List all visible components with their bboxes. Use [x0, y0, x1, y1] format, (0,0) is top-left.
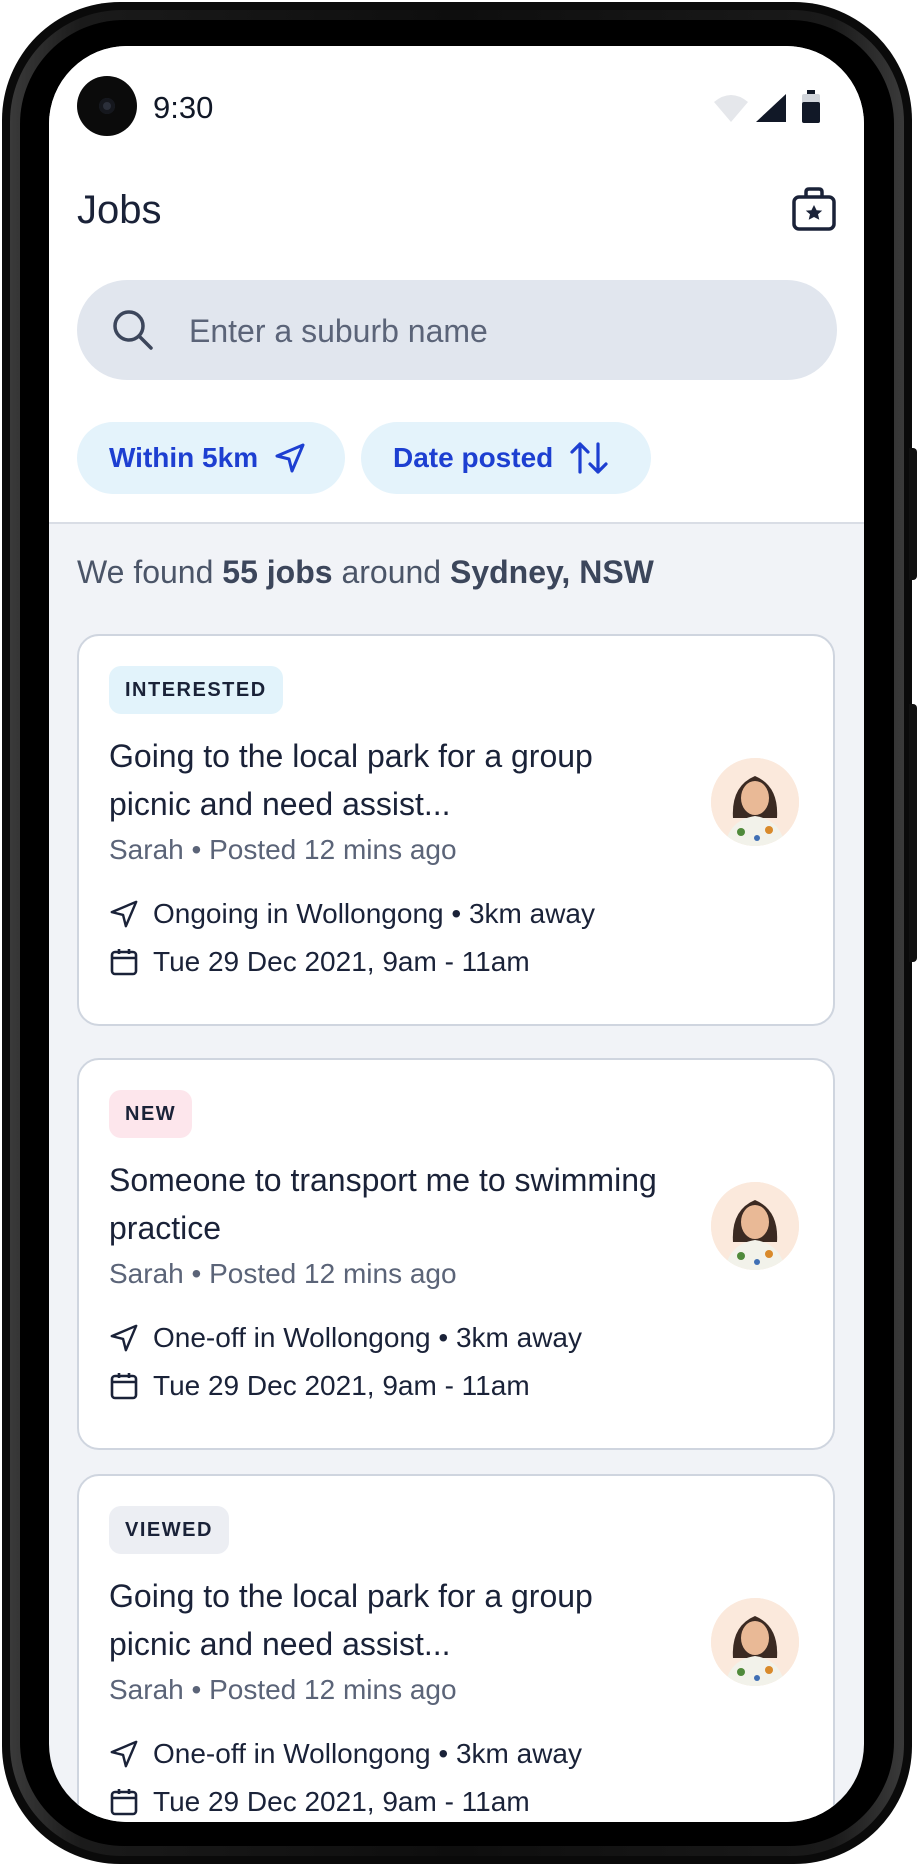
search-input[interactable] — [187, 300, 791, 362]
job-date: Tue 29 Dec 2021, 9am - 11am — [153, 946, 530, 977]
job-meta: Sarah • Posted 12 mins ago — [109, 1258, 457, 1289]
job-location-row: Ongoing in Wollongong • 3km away — [109, 898, 595, 930]
filter-distance-chip[interactable]: Within 5km — [77, 422, 345, 494]
sort-date-label: Date posted — [393, 442, 554, 473]
job-title: Someone to transport me to swimming prac… — [109, 1162, 657, 1246]
avatar — [711, 1598, 799, 1686]
navigation-arrow-icon — [110, 1324, 138, 1352]
page-title: Jobs — [77, 188, 162, 232]
job-location: Ongoing in Wollongong • 3km away — [153, 898, 595, 929]
filter-distance-label: Within 5km — [109, 442, 259, 473]
power-button — [909, 448, 917, 580]
results-location: Sydney, NSW — [449, 554, 654, 590]
navigation-arrow-icon — [275, 443, 305, 473]
job-meta: Sarah • Posted 12 mins ago — [109, 834, 457, 865]
battery-icon — [802, 90, 820, 123]
status-badge: NEW — [109, 1090, 193, 1138]
results-summary: We found 55 jobs around Sydney, NSW — [77, 554, 654, 591]
job-date: Tue 29 Dec 2021, 9am - 11am — [153, 1370, 530, 1401]
job-location-row: One-off in Wollongong • 3km away — [109, 1322, 582, 1354]
job-location-row: One-off in Wollongong • 3km away — [109, 1738, 582, 1770]
status-time: 9:30 — [153, 90, 214, 125]
camera-icon — [77, 76, 137, 136]
status-badge: VIEWED — [109, 1506, 229, 1554]
job-card[interactable]: INTERESTED Going to the local park for a… — [77, 634, 835, 1026]
phone-frame: 9:30 Jobs Enter a suburb name Within 5km… — [0, 0, 917, 1868]
job-date-row: Tue 29 Dec 2021, 9am - 11am — [109, 1786, 530, 1818]
job-location: One-off in Wollongong • 3km away — [153, 1738, 582, 1769]
job-card[interactable]: NEW Someone to transport me to swimming … — [77, 1058, 835, 1450]
search-icon — [113, 310, 153, 350]
avatar — [711, 758, 799, 846]
volume-button — [909, 704, 917, 962]
job-date: Tue 29 Dec 2021, 9am - 11am — [153, 1786, 530, 1817]
avatar — [711, 1182, 799, 1270]
search-bar[interactable] — [77, 280, 837, 380]
results-count: 55 jobs — [222, 554, 333, 590]
screen: 9:30 Jobs Enter a suburb name Within 5km… — [49, 46, 864, 1822]
calendar-icon — [110, 1789, 138, 1816]
navigation-arrow-icon — [110, 900, 138, 928]
job-date-row: Tue 29 Dec 2021, 9am - 11am — [109, 946, 530, 978]
navigation-arrow-icon — [110, 1740, 138, 1768]
sort-date-chip[interactable]: Date posted — [361, 422, 651, 494]
calendar-icon — [110, 949, 138, 976]
saved-jobs-briefcase-icon[interactable] — [791, 186, 837, 232]
job-title: Going to the local park for a group picn… — [109, 1578, 593, 1662]
job-title: Going to the local park for a group picn… — [109, 738, 593, 822]
calendar-icon — [110, 1373, 138, 1400]
sort-arrows-icon — [570, 442, 608, 474]
job-card[interactable]: VIEWED Going to the local park for a gro… — [77, 1474, 835, 1822]
results-middle: around — [332, 554, 450, 590]
wifi-icon — [714, 95, 748, 122]
job-location: One-off in Wollongong • 3km away — [153, 1322, 582, 1353]
header-area: 9:30 Jobs Enter a suburb name Within 5km… — [49, 46, 864, 524]
job-meta: Sarah • Posted 12 mins ago — [109, 1674, 457, 1705]
results-prefix: We found — [77, 554, 223, 590]
signal-icon — [756, 94, 786, 122]
job-date-row: Tue 29 Dec 2021, 9am - 11am — [109, 1370, 530, 1402]
status-badge: INTERESTED — [109, 666, 283, 714]
